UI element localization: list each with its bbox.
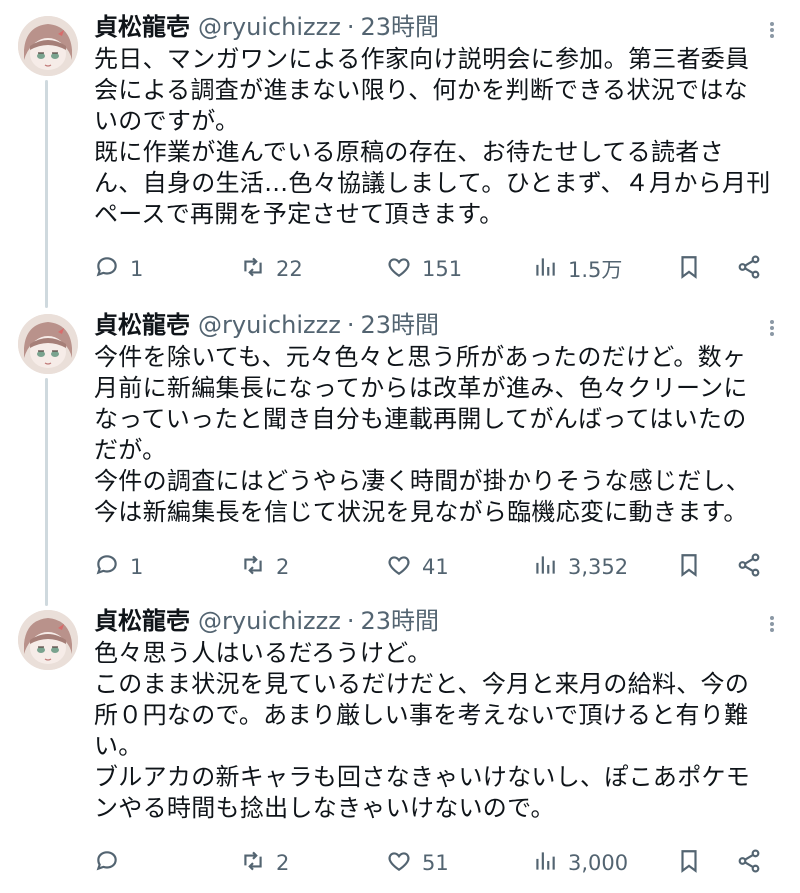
timestamp[interactable]: 23時間 [360, 12, 439, 42]
bookmark-icon [676, 254, 702, 285]
reply-icon [94, 552, 120, 583]
bookmark-button[interactable] [676, 252, 702, 286]
reply-count: 1 [130, 555, 144, 579]
share-button[interactable] [736, 550, 762, 584]
action-bar: 1 2 41 3,352 [94, 550, 784, 584]
heart-icon [386, 848, 412, 879]
views-icon [532, 552, 558, 583]
reply-icon [94, 848, 120, 879]
like-button[interactable]: 41 [386, 550, 449, 584]
bookmark-icon [676, 848, 702, 879]
reply-button[interactable]: 1 [94, 252, 143, 286]
like-button[interactable]: 51 [386, 846, 449, 880]
retweet-button[interactable]: 2 [240, 550, 289, 584]
like-count: 151 [422, 257, 463, 281]
user-handle[interactable]: @ryuichizzz [198, 606, 341, 636]
display-name[interactable]: 貞松龍壱 [94, 606, 190, 636]
view-count: 3,000 [568, 851, 629, 875]
view-count: 3,352 [568, 555, 629, 579]
retweet-count: 2 [276, 555, 290, 579]
views-button[interactable]: 3,000 [532, 846, 628, 880]
more-icon[interactable] [762, 612, 782, 636]
tweet-text: 先日、マンガワンによる作家向け説明会に参加。第三者委員 会による調査が進まない限… [94, 45, 771, 228]
retweet-count: 2 [276, 851, 290, 875]
more-icon[interactable] [762, 316, 782, 340]
retweet-icon [240, 552, 266, 583]
views-button[interactable]: 3,352 [532, 550, 628, 584]
retweet-button[interactable]: 2 [240, 846, 289, 880]
retweet-icon [240, 848, 266, 879]
tweet-text: 色々思う人はいるだろうけど。 このまま状況を見ているだけだと、今月と来月の給料、… [94, 639, 751, 822]
bookmark-button[interactable] [676, 846, 702, 880]
thread-line [45, 80, 48, 308]
share-icon [736, 848, 762, 879]
heart-icon [386, 254, 412, 285]
reply-icon [94, 254, 120, 285]
views-icon [532, 254, 558, 285]
heart-icon [386, 552, 412, 583]
avatar[interactable] [18, 610, 78, 670]
action-bar: 1 22 151 1.5万 [94, 252, 784, 286]
separator-dot: · [346, 311, 355, 339]
display-name[interactable]: 貞松龍壱 [94, 12, 190, 42]
views-button[interactable]: 1.5万 [532, 252, 622, 286]
retweet-icon [240, 254, 266, 285]
share-icon [736, 254, 762, 285]
tweet-header: 貞松龍壱 @ryuichizzz · 23時間 [94, 606, 439, 636]
bookmark-button[interactable] [676, 550, 702, 584]
tweet-header: 貞松龍壱 @ryuichizzz · 23時間 [94, 12, 439, 42]
user-handle[interactable]: @ryuichizzz [198, 12, 341, 42]
reply-button[interactable] [94, 846, 130, 880]
action-bar: 2 51 3,000 [94, 846, 784, 880]
tweet-header: 貞松龍壱 @ryuichizzz · 23時間 [94, 310, 439, 340]
separator-dot: · [346, 607, 355, 635]
like-count: 51 [422, 851, 449, 875]
like-count: 41 [422, 555, 449, 579]
reply-button[interactable]: 1 [94, 550, 143, 584]
share-icon [736, 552, 762, 583]
reply-count: 1 [130, 257, 144, 281]
views-icon [532, 848, 558, 879]
timestamp[interactable]: 23時間 [360, 310, 439, 340]
like-button[interactable]: 151 [386, 252, 462, 286]
avatar[interactable] [18, 314, 78, 374]
display-name[interactable]: 貞松龍壱 [94, 310, 190, 340]
share-button[interactable] [736, 252, 762, 286]
thread-line [45, 378, 48, 606]
tweet-text: 今件を除いても、元々色々と思う所があったのだけど。数ヶ 月前に新編集長になってか… [94, 343, 751, 526]
retweet-button[interactable]: 22 [240, 252, 303, 286]
avatar[interactable] [18, 16, 78, 76]
share-button[interactable] [736, 846, 762, 880]
more-icon[interactable] [762, 18, 782, 42]
bookmark-icon [676, 552, 702, 583]
separator-dot: · [346, 13, 355, 41]
view-count: 1.5万 [568, 258, 623, 282]
user-handle[interactable]: @ryuichizzz [198, 310, 341, 340]
retweet-count: 22 [276, 257, 303, 281]
timestamp[interactable]: 23時間 [360, 606, 439, 636]
